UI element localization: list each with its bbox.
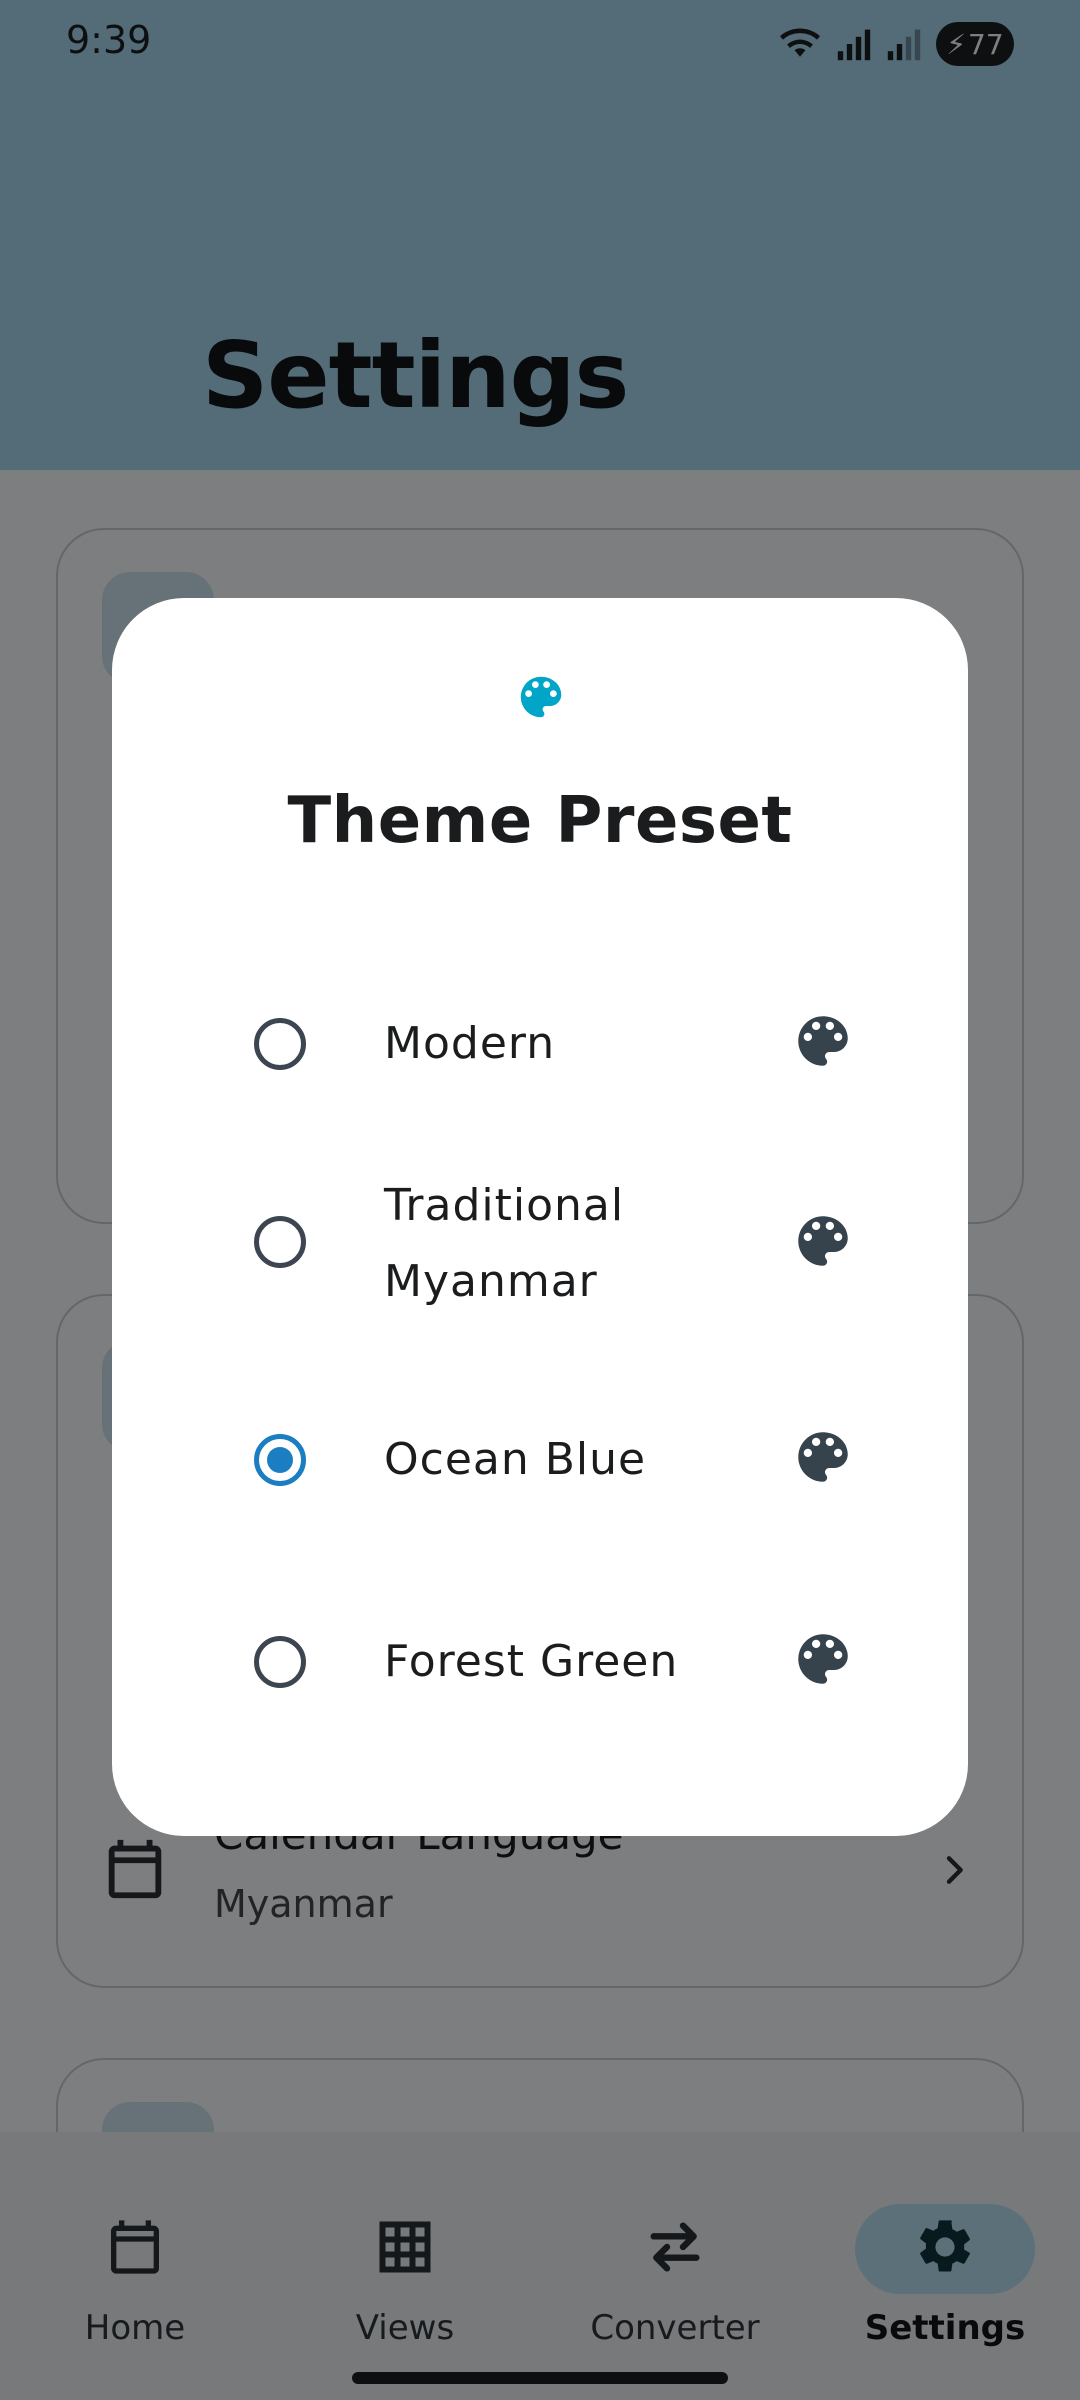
palette-icon <box>790 1008 856 1078</box>
theme-preset-dialog: Theme Preset Modern Traditional Myanmar … <box>112 598 968 1836</box>
palette-icon <box>790 1208 856 1278</box>
radio-button[interactable] <box>254 1216 306 1268</box>
radio-button[interactable] <box>254 1636 306 1688</box>
option-label: Ocean Blue <box>384 1434 647 1485</box>
theme-option-ocean-blue[interactable]: Ocean Blue <box>112 1410 968 1510</box>
theme-option-traditional-myanmar[interactable]: Traditional Myanmar <box>112 1168 968 1318</box>
radio-button-selected[interactable] <box>254 1434 306 1486</box>
palette-icon <box>790 1626 856 1696</box>
theme-option-modern[interactable]: Modern <box>112 994 968 1094</box>
palette-icon <box>514 670 568 728</box>
radio-button[interactable] <box>254 1018 306 1070</box>
option-label: Traditional Myanmar <box>384 1180 625 1307</box>
option-label: Modern <box>384 1018 556 1069</box>
dialog-title: Theme Preset <box>287 784 793 858</box>
palette-icon <box>790 1424 856 1494</box>
theme-option-forest-green[interactable]: Forest Green <box>112 1612 968 1712</box>
option-label: Forest Green <box>384 1636 679 1687</box>
